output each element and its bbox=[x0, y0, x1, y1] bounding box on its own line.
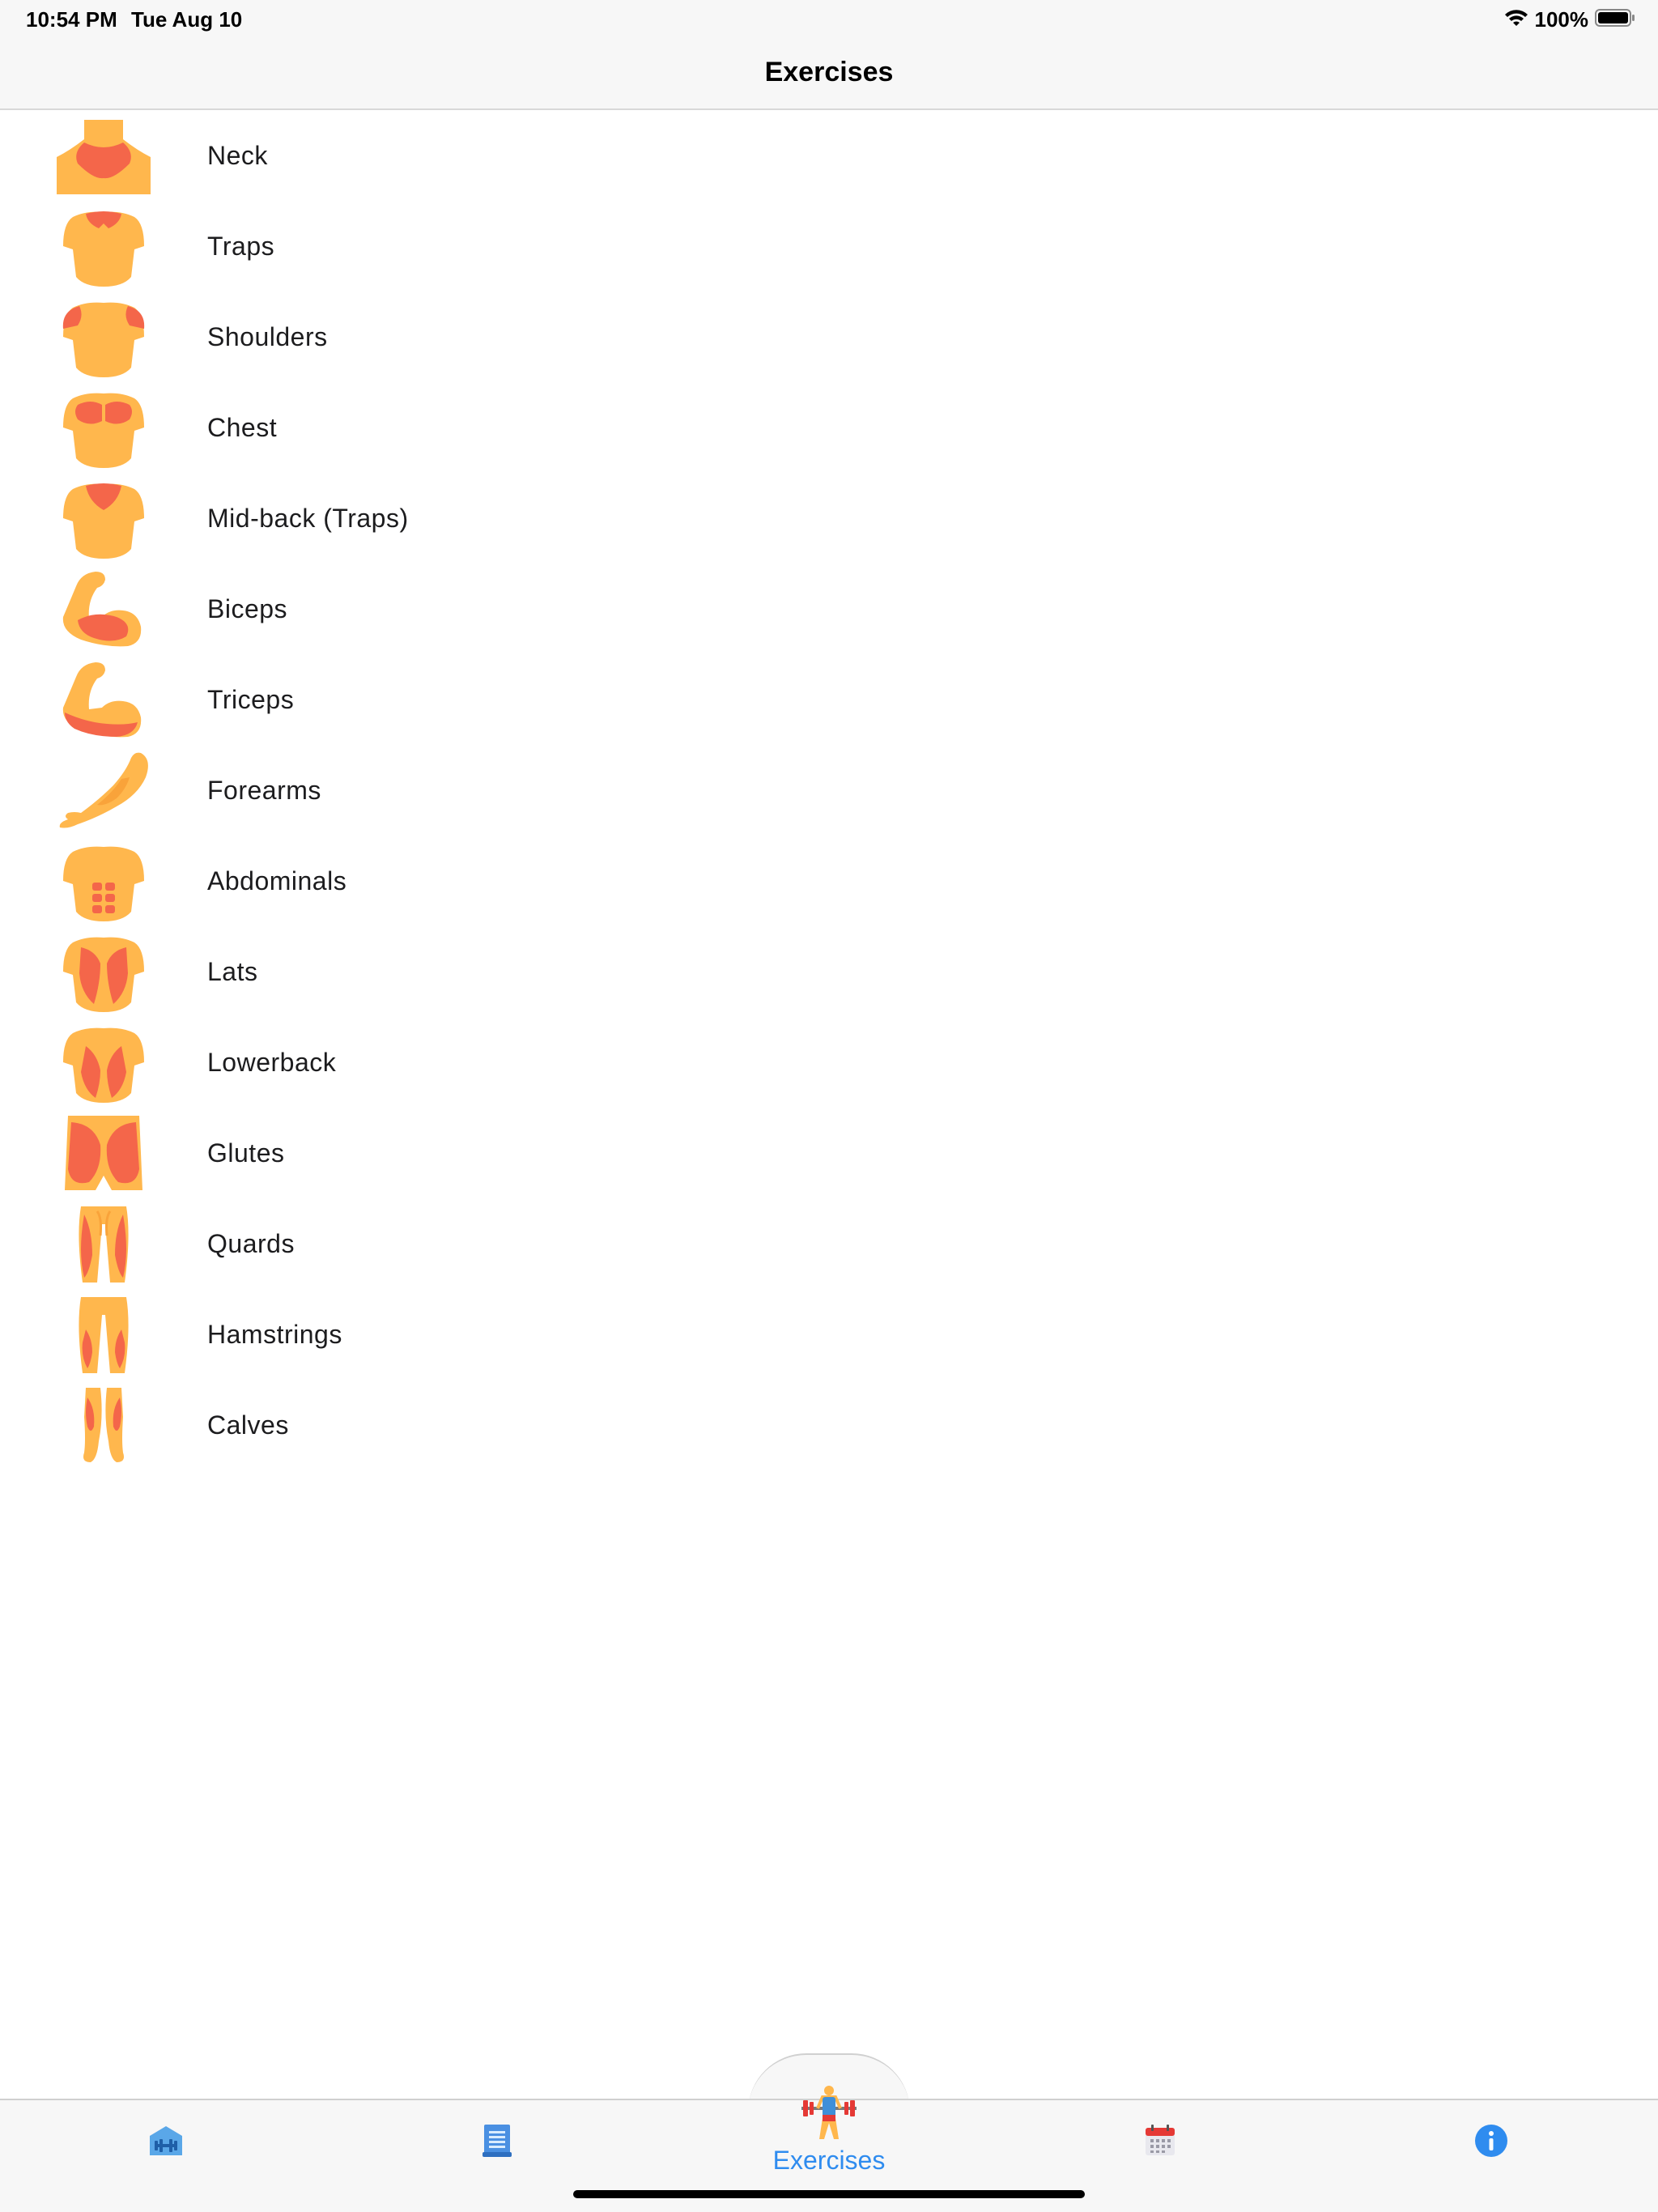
muscle-label: Quards bbox=[207, 1228, 295, 1258]
tab-workout-log[interactable] bbox=[424, 2105, 570, 2194]
forearms-icon bbox=[57, 750, 151, 831]
list-item-abdominals[interactable]: Abdominals bbox=[0, 836, 1658, 926]
tab-exercises[interactable]: Exercises bbox=[756, 2086, 902, 2194]
navigation-bar: Exercises bbox=[0, 39, 1658, 110]
status-date: Tue Aug 10 bbox=[131, 7, 243, 32]
status-indicators: 100% bbox=[1504, 6, 1636, 32]
muscle-label: Biceps bbox=[207, 593, 288, 623]
list-item-shoulders[interactable]: Shoulders bbox=[0, 291, 1658, 382]
muscle-label: Mid-back (Traps) bbox=[207, 503, 409, 533]
list-item-glutes[interactable]: Glutes bbox=[0, 1108, 1658, 1198]
traps-icon bbox=[57, 206, 151, 287]
muscle-label: Glutes bbox=[207, 1138, 285, 1168]
abdominals-icon bbox=[57, 840, 151, 921]
status-time: 10:54 PM bbox=[26, 7, 117, 32]
triceps-icon bbox=[57, 659, 151, 740]
battery-icon bbox=[1595, 8, 1635, 32]
calves-icon bbox=[57, 1385, 151, 1465]
weightlifter-icon bbox=[798, 2082, 860, 2144]
muscle-label: Lowerback bbox=[207, 1047, 337, 1077]
list-item-mid-back[interactable]: Mid-back (Traps) bbox=[0, 473, 1658, 564]
muscle-label: Abdominals bbox=[207, 866, 347, 895]
muscle-label: Traps bbox=[207, 231, 275, 261]
mid-back-icon bbox=[57, 478, 151, 559]
wifi-icon bbox=[1504, 8, 1528, 32]
lats-icon bbox=[57, 931, 151, 1012]
tab-info[interactable] bbox=[1418, 2105, 1564, 2194]
quads-icon bbox=[57, 1203, 151, 1284]
shoulders-icon bbox=[57, 296, 151, 377]
list-item-lowerback[interactable]: Lowerback bbox=[0, 1017, 1658, 1108]
list-item-lats[interactable]: Lats bbox=[0, 926, 1658, 1017]
chest-icon bbox=[57, 387, 151, 468]
list-item-quads[interactable]: Quards bbox=[0, 1198, 1658, 1289]
muscle-label: Shoulders bbox=[207, 321, 328, 351]
muscle-label: Forearms bbox=[207, 775, 321, 805]
list-item-biceps[interactable]: Biceps bbox=[0, 564, 1658, 654]
list-item-hamstrings[interactable]: Hamstrings bbox=[0, 1289, 1658, 1380]
hamstrings-icon bbox=[57, 1294, 151, 1375]
app-screen: 10:54 PM Tue Aug 10 100% Exercises Neck … bbox=[0, 0, 1658, 2212]
info-icon bbox=[1472, 2121, 1511, 2160]
tab-calendar[interactable] bbox=[1087, 2105, 1233, 2194]
muscle-group-list: Neck Traps Shoulders Chest Mid-back (Tra… bbox=[0, 110, 1658, 1470]
muscle-label: Lats bbox=[207, 956, 258, 986]
home-indicator bbox=[573, 2190, 1085, 2198]
muscle-label: Neck bbox=[207, 140, 268, 170]
list-item-neck[interactable]: Neck bbox=[0, 110, 1658, 201]
biceps-icon bbox=[57, 568, 151, 649]
neck-icon bbox=[57, 115, 151, 196]
list-item-traps[interactable]: Traps bbox=[0, 201, 1658, 291]
battery-percent: 100% bbox=[1534, 6, 1589, 32]
lowerback-icon bbox=[57, 1022, 151, 1103]
glutes-icon bbox=[57, 1112, 151, 1193]
muscle-label: Chest bbox=[207, 412, 278, 442]
status-bar: 10:54 PM Tue Aug 10 100% bbox=[0, 0, 1658, 39]
tab-home[interactable] bbox=[93, 2105, 239, 2194]
calendar-icon bbox=[1141, 2121, 1180, 2160]
gym-home-icon bbox=[147, 2121, 185, 2160]
muscle-label: Hamstrings bbox=[207, 1319, 342, 1349]
workout-log-icon bbox=[478, 2121, 517, 2160]
list-item-chest[interactable]: Chest bbox=[0, 382, 1658, 473]
list-item-calves[interactable]: Calves bbox=[0, 1380, 1658, 1470]
muscle-label: Triceps bbox=[207, 684, 295, 714]
tab-label: Exercises bbox=[772, 2146, 886, 2175]
muscle-label: Calves bbox=[207, 1410, 289, 1440]
page-title: Exercises bbox=[764, 57, 894, 87]
list-item-triceps[interactable]: Triceps bbox=[0, 654, 1658, 745]
list-item-forearms[interactable]: Forearms bbox=[0, 745, 1658, 836]
